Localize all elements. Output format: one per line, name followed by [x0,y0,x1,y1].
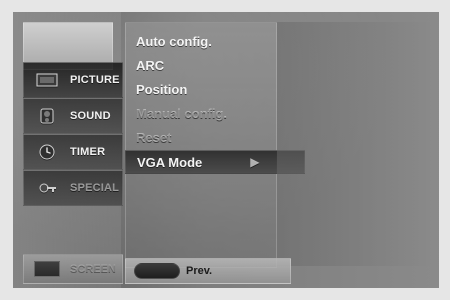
left-menu-item-label: SOUND [70,110,111,122]
main-menu-panel: Auto config. ARC Position Manual config.… [125,22,305,268]
left-menu-item-label: TIMER [70,146,106,158]
left-bottom-item-screen[interactable]: SCREEN [23,254,123,284]
menu-item-manual-config[interactable]: Manual config. [136,103,274,123]
picture-icon [34,69,60,91]
menu-item-arc[interactable]: ARC [136,55,274,75]
menu-item-label: Reset [136,129,172,145]
left-menu-item-picture[interactable]: PICTURE [23,62,123,98]
menu-item-label: Manual config. [136,105,227,121]
speaker-icon [34,105,60,127]
menu-item-position[interactable]: Position [136,79,274,99]
menu-item-reset[interactable]: Reset [136,127,274,147]
prev-button-pill[interactable] [134,263,180,279]
screen-icon [34,261,60,277]
clock-icon [34,141,60,163]
menu-item-label: VGA Mode [137,154,203,170]
left-rail: PICTURE SOUND TIMER SPECIAL SCREEN [13,12,123,288]
left-menu-item-timer[interactable]: TIMER [23,134,123,170]
left-menu-item-label: SPECIAL [70,182,120,194]
left-menu-item-special[interactable]: SPECIAL [23,170,123,206]
left-menu-item-label: PICTURE [70,74,120,86]
menu-item-label: Auto config. [136,33,212,49]
prev-label: Prev. [186,265,213,277]
menu-item-label: ARC [136,57,165,73]
key-icon [34,177,60,199]
menu-item-label: Position [136,81,188,97]
left-menu-item-sound[interactable]: SOUND [23,98,123,134]
submenu-arrow-icon: ▶ [250,155,260,169]
left-bottom-item-label: SCREEN [70,263,116,275]
menu-item-auto-config[interactable]: Auto config. [136,31,274,51]
right-panel [277,22,439,266]
tv-screen: PICTURE SOUND TIMER SPECIAL SCREEN Auto … [13,12,439,288]
footer-prev-bar: Prev. [125,258,291,284]
